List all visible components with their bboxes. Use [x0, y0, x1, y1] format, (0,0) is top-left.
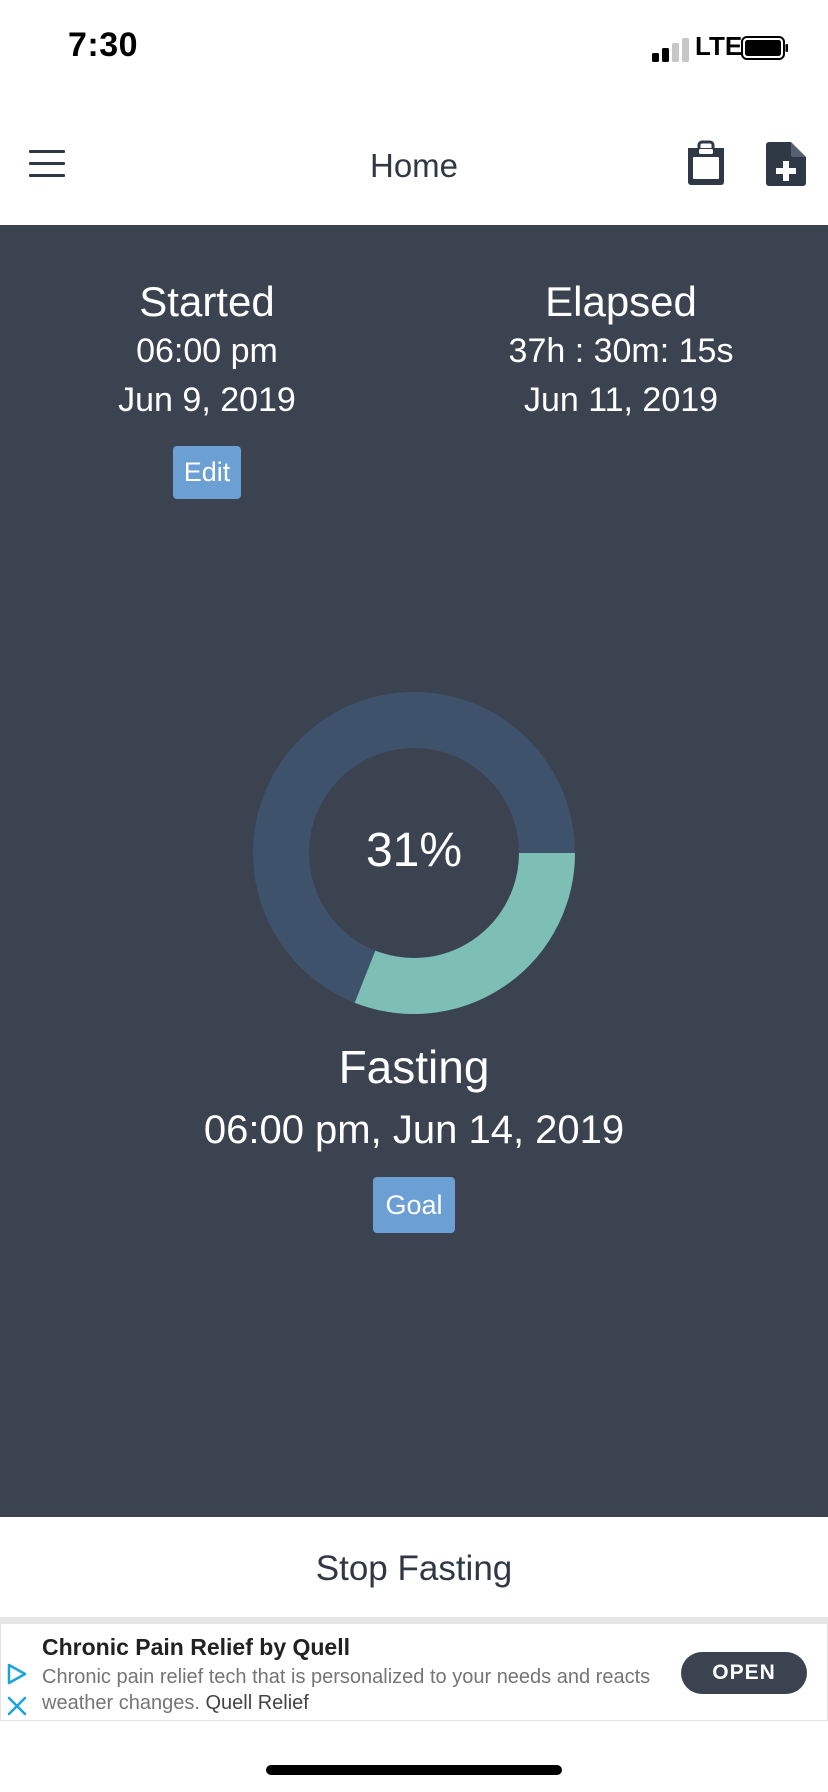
elapsed-heading: Elapsed — [545, 278, 697, 325]
started-heading: Started — [139, 278, 275, 325]
ad-title[interactable]: Chronic Pain Relief by Quell — [42, 1634, 350, 1661]
ad-choices-icon[interactable] — [6, 1663, 28, 1685]
elapsed-date: Jun 11, 2019 — [523, 381, 719, 419]
goal-datetime: 06:00 pm, Jun 14, 2019 — [203, 1108, 625, 1152]
battery-icon — [741, 36, 788, 60]
stop-fasting-button[interactable]: Stop Fasting — [0, 1549, 828, 1589]
progress-percent: 31% — [365, 824, 463, 877]
goal-button[interactable]: Goal — [373, 1177, 455, 1233]
status-time: 7:30 — [68, 26, 139, 64]
edit-button[interactable]: Edit — [173, 446, 241, 499]
started-date: Jun 9, 2019 — [118, 381, 296, 419]
new-document-icon[interactable] — [763, 141, 809, 187]
ad-brand[interactable]: Quell Relief — [205, 1692, 308, 1714]
cellular-signal-icon — [652, 36, 690, 62]
fasting-status-label: Fasting — [338, 1041, 490, 1093]
ad-open-button[interactable]: OPEN — [681, 1652, 807, 1694]
started-time: 06:00 pm — [136, 332, 278, 370]
ad-body-text: Chronic pain relief tech that is persona… — [42, 1666, 651, 1714]
ad-body: Chronic pain relief tech that is persona… — [42, 1664, 662, 1716]
ad-close-icon[interactable] — [6, 1695, 28, 1717]
shopping-bag-icon[interactable] — [684, 140, 728, 186]
elapsed-duration: 37h : 30m: 15s — [508, 332, 734, 370]
home-indicator — [266, 1765, 562, 1775]
ad-separator — [0, 1617, 828, 1624]
network-type: LTE — [695, 31, 743, 61]
